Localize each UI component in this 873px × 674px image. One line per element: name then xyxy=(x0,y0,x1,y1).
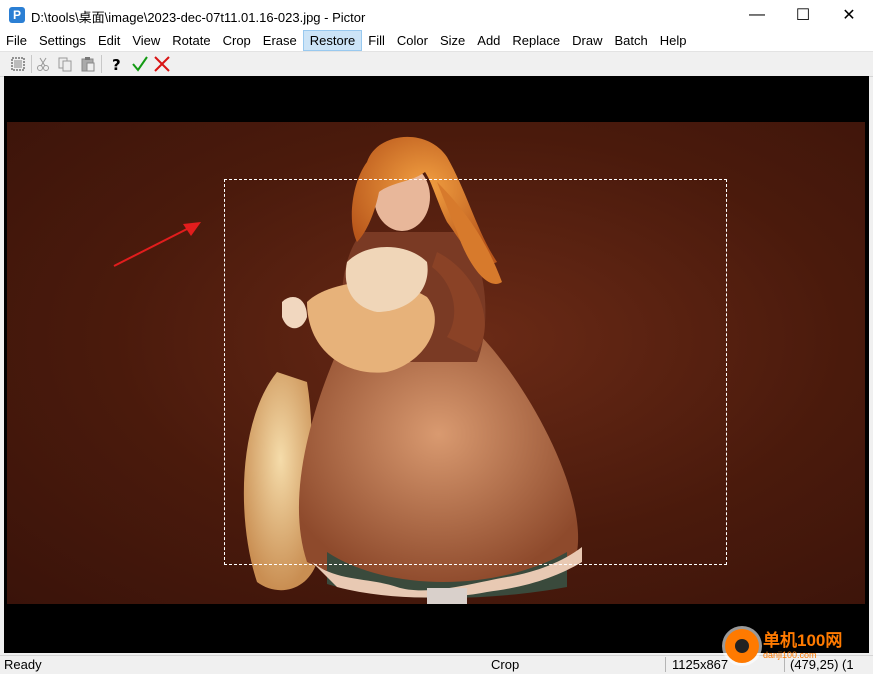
image-canvas[interactable] xyxy=(4,76,869,653)
status-dimensions: 1125x867 xyxy=(672,657,729,672)
menu-batch[interactable]: Batch xyxy=(608,30,653,51)
menu-restore[interactable]: Restore xyxy=(302,30,363,51)
paste-icon[interactable] xyxy=(78,54,98,74)
watermark-text: 单机100网 xyxy=(763,631,843,650)
svg-text:?: ? xyxy=(112,56,121,72)
menu-edit[interactable]: Edit xyxy=(92,30,126,51)
menu-fill[interactable]: Fill xyxy=(362,30,391,51)
toolbar: ? xyxy=(0,51,873,77)
menu-draw[interactable]: Draw xyxy=(566,30,608,51)
menu-replace[interactable]: Replace xyxy=(506,30,566,51)
menu-erase[interactable]: Erase xyxy=(257,30,303,51)
menu-view[interactable]: View xyxy=(126,30,166,51)
help-icon[interactable]: ? xyxy=(106,54,126,74)
toolbar-separator xyxy=(101,55,102,73)
menu-color[interactable]: Color xyxy=(391,30,434,51)
watermark-subtext: danji100.com xyxy=(763,650,817,660)
menu-size[interactable]: Size xyxy=(434,30,471,51)
menu-settings[interactable]: Settings xyxy=(33,30,92,51)
watermark-logo-icon xyxy=(725,629,759,663)
close-button[interactable]: ✕ xyxy=(826,0,872,30)
cut-icon[interactable] xyxy=(33,54,53,74)
crop-selection-rectangle[interactable] xyxy=(224,179,727,565)
menu-bar: File Settings Edit View Rotate Crop Eras… xyxy=(0,30,873,51)
select-all-icon[interactable] xyxy=(8,54,28,74)
menu-rotate[interactable]: Rotate xyxy=(166,30,216,51)
copy-icon[interactable] xyxy=(55,54,75,74)
annotation-arrow-icon xyxy=(113,222,201,267)
title-bar: P D:\tools\桌面\image\2023-dec-07t11.01.16… xyxy=(0,0,873,30)
maximize-button[interactable]: ☐ xyxy=(780,0,826,30)
menu-add[interactable]: Add xyxy=(471,30,506,51)
photo-image xyxy=(7,122,865,604)
minimize-button[interactable]: — xyxy=(734,0,780,30)
window-title: D:\tools\桌面\image\2023-dec-07t11.01.16-0… xyxy=(31,10,366,25)
menu-crop[interactable]: Crop xyxy=(217,30,257,51)
cancel-x-icon[interactable] xyxy=(152,54,172,74)
toolbar-separator xyxy=(31,55,32,73)
status-mode: Crop xyxy=(491,657,520,672)
app-icon: P xyxy=(9,7,25,23)
menu-file[interactable]: File xyxy=(0,30,33,51)
status-separator xyxy=(665,657,666,672)
status-ready: Ready xyxy=(4,657,42,672)
watermark: 单机100网 danji100.com xyxy=(725,629,842,663)
menu-help[interactable]: Help xyxy=(654,30,693,51)
apply-check-icon[interactable] xyxy=(130,54,150,74)
